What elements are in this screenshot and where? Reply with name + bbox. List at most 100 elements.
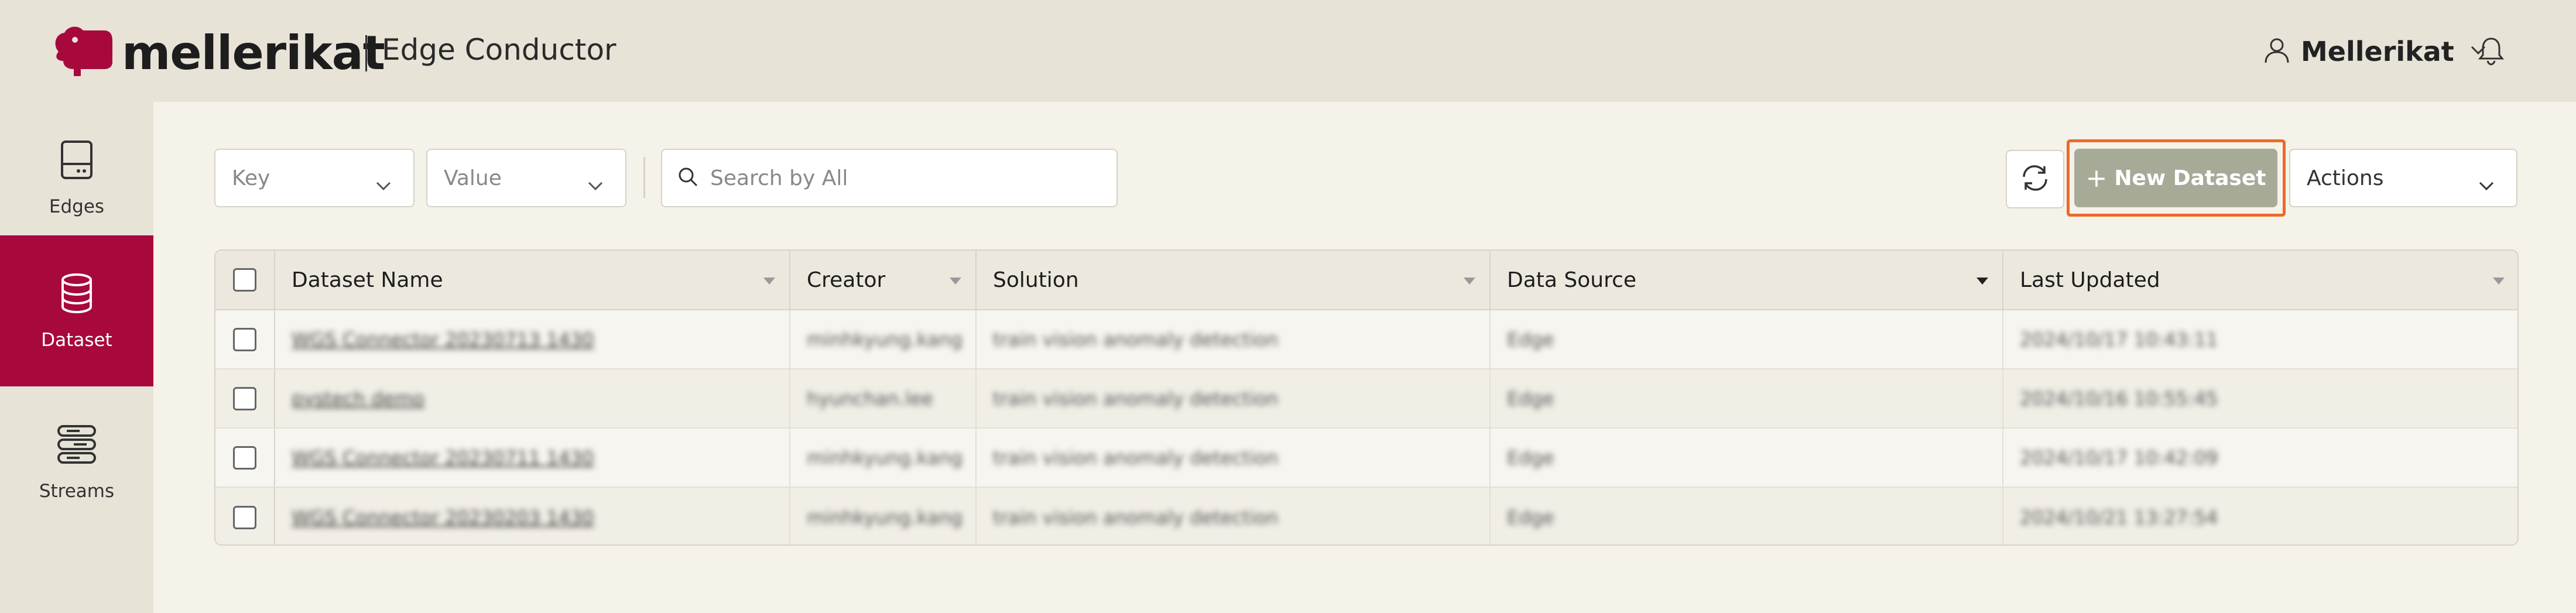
key-select-placeholder: Key [232,166,270,190]
user-menu[interactable]: Mellerikat [2262,33,2487,70]
chevron-down-icon [375,173,392,197]
creator-text: minhkyung.kang [807,328,963,351]
sidebar-item-label: Dataset [41,329,112,351]
solution-text: train vision anomaly detection [993,506,1279,529]
key-select[interactable]: Key [214,149,415,207]
solution-text: train vision anomaly detection [993,446,1279,469]
creator-text: hyunchan.lee [807,387,933,410]
sort-icon [1976,278,1988,285]
refresh-button[interactable] [2006,150,2064,208]
table-header: Dataset Name Creator Solution Data Sourc… [215,251,2517,310]
cell-data-source: Edge [1491,429,2003,487]
data-source-text: Edge [1507,328,1554,351]
column-header-dataset-name[interactable]: Dataset Name [275,251,790,309]
row-checkbox-cell [215,488,275,544]
last-updated-text: 2024/10/17 10:43:11 [2020,328,2218,351]
chevron-down-icon [2478,173,2495,197]
creator-text: minhkyung.kang [807,446,963,469]
new-dataset-button[interactable]: + New Dataset [2074,149,2277,207]
data-source-text: Edge [1507,446,1554,469]
app-name: Edge Conductor [382,33,616,67]
row-checkbox[interactable] [233,386,256,410]
database-icon [55,272,98,318]
brand-name: mellerikat [122,26,385,80]
column-header-last-updated[interactable]: Last Updated [2003,251,2517,309]
sort-icon [1464,278,1475,285]
row-checkbox[interactable] [233,446,256,470]
brand-logo[interactable]: mellerikat [47,22,385,84]
cell-solution: train vision anomaly detection [977,429,1491,487]
column-label: Data Source [1507,268,1637,292]
cell-creator: minhkyung.kang [790,310,977,368]
cell-dataset-name[interactable]: WGS Connector 20230203 1430 [275,488,790,544]
value-select[interactable]: Value [426,149,626,207]
search-input[interactable] [710,166,1108,190]
user-icon [2262,36,2291,68]
dataset-name-link[interactable]: WGS Connector 20230711 1430 [292,447,594,469]
dataset-name-link[interactable]: WGS Connector 20230203 1430 [292,506,594,529]
cell-dataset-name[interactable]: pystech demo [275,369,790,427]
solution-text: train vision anomaly detection [993,328,1279,351]
cell-data-source: Edge [1491,488,2003,544]
dataset-name-link[interactable]: pystech demo [292,388,424,410]
cell-solution: train vision anomaly detection [977,310,1491,368]
row-checkbox-cell [215,369,275,427]
column-header-solution[interactable]: Solution [977,251,1491,309]
sort-icon [950,278,961,285]
last-updated-text: 2024/10/17 10:42:09 [2020,446,2218,469]
dataset-table: Dataset Name Creator Solution Data Sourc… [214,249,2519,546]
cell-creator: minhkyung.kang [790,429,977,487]
cell-last-updated: 2024/10/16 10:55:45 [2003,369,2517,427]
solution-text: train vision anomaly detection [993,387,1279,410]
cell-last-updated: 2024/10/17 10:43:11 [2003,310,2517,368]
sort-icon [2493,278,2505,285]
column-label: Creator [807,268,886,292]
table-row[interactable]: pystech demo hyunchan.lee train vision a… [215,369,2517,429]
cell-creator: minhkyung.kang [790,488,977,544]
table-row[interactable]: WGS Connector 20230713 1430 minhkyung.ka… [215,310,2517,369]
search-icon [677,166,698,190]
cell-data-source: Edge [1491,310,2003,368]
table-row[interactable]: WGS Connector 20230711 1430 minhkyung.ka… [215,429,2517,488]
cell-last-updated: 2024/10/17 10:42:09 [2003,429,2517,487]
cell-dataset-name[interactable]: WGS Connector 20230713 1430 [275,310,790,368]
column-label: Solution [993,268,1079,292]
sidebar: Edges Dataset Streams [0,102,153,613]
row-checkbox-cell [215,429,275,487]
sort-icon [763,278,775,285]
select-all-checkbox[interactable] [233,268,256,292]
value-select-placeholder: Value [444,166,502,190]
actions-label: Actions [2307,166,2384,190]
cell-data-source: Edge [1491,369,2003,427]
cell-creator: hyunchan.lee [790,369,977,427]
sidebar-item-edges[interactable]: Edges [0,102,153,253]
sidebar-item-dataset[interactable]: Dataset [0,235,153,386]
row-checkbox[interactable] [233,327,256,351]
chevron-down-icon [587,173,604,197]
sidebar-item-streams[interactable]: Streams [0,386,153,537]
top-header: mellerikat Edge Conductor Mellerikat [0,0,2576,102]
cell-dataset-name[interactable]: WGS Connector 20230711 1430 [275,429,790,487]
table-row[interactable]: WGS Connector 20230203 1430 minhkyung.ka… [215,488,2517,544]
column-header-creator[interactable]: Creator [790,251,977,309]
column-header-data-source[interactable]: Data Source [1491,251,2003,309]
data-source-text: Edge [1507,506,1554,529]
cell-solution: train vision anomaly detection [977,369,1491,427]
last-updated-text: 2024/10/21 13:27:54 [2020,506,2218,529]
row-checkbox[interactable] [233,505,256,529]
search-box[interactable] [661,149,1118,207]
last-updated-text: 2024/10/16 10:55:45 [2020,387,2218,410]
new-dataset-label: New Dataset [2114,166,2266,190]
dog-logo-icon [47,22,116,84]
streams-icon [55,423,98,469]
cell-solution: train vision anomaly detection [977,488,1491,544]
dataset-name-link[interactable]: WGS Connector 20230713 1430 [292,328,594,351]
actions-dropdown[interactable]: Actions [2289,149,2517,207]
cell-last-updated: 2024/10/21 13:27:54 [2003,488,2517,544]
header-divider [365,35,367,71]
user-name: Mellerikat [2301,36,2454,67]
column-label: Dataset Name [292,268,443,292]
hard-drive-icon [55,138,98,184]
column-label: Last Updated [2020,268,2160,292]
notification-bell-icon[interactable] [2478,36,2505,69]
